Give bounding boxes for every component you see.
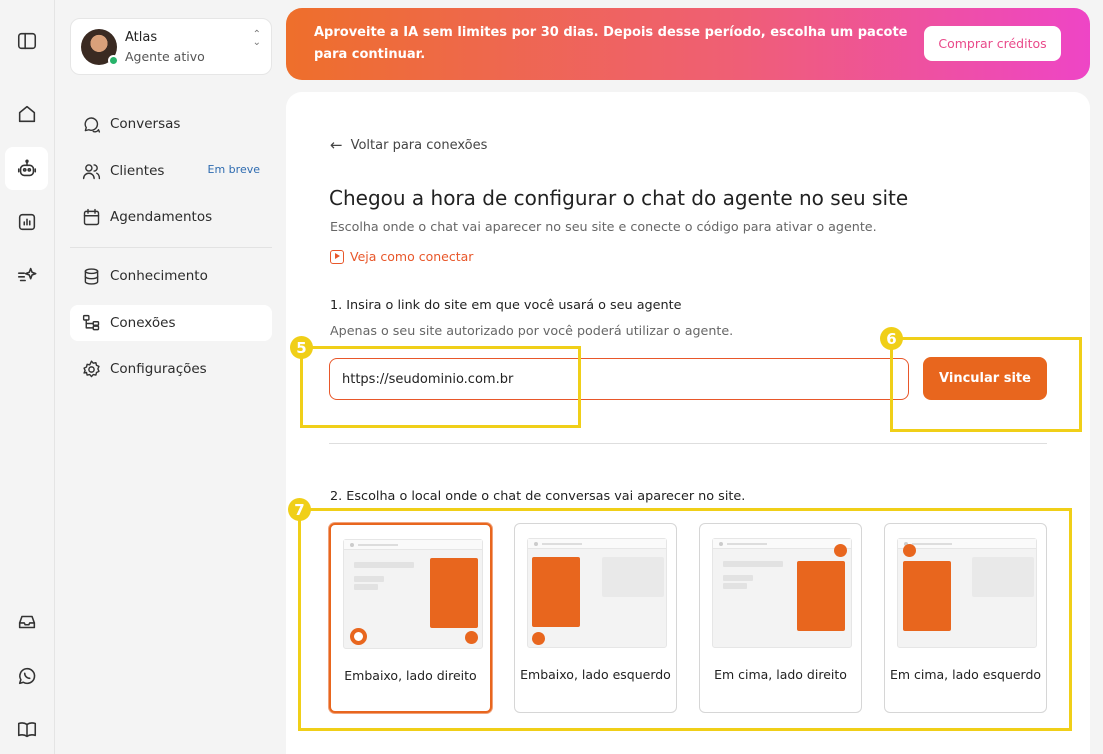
sidebar-item-label: Configurações [110, 361, 207, 377]
gear-icon [83, 359, 100, 377]
calendar-icon [83, 208, 100, 225]
robot-icon[interactable] [5, 147, 48, 190]
connections-icon [82, 314, 100, 330]
annotation-box-7 [298, 508, 1072, 731]
sidebar-item-label: Clientes [110, 163, 165, 179]
sidebar-divider [70, 247, 272, 248]
sidebar-item-conhecimento[interactable]: Conhecimento [70, 258, 272, 294]
arrow-left-icon: ← [330, 136, 343, 154]
how-to-connect-link[interactable]: Veja como conectar [330, 249, 473, 264]
chart-icon[interactable] [5, 200, 48, 243]
buy-credits-button[interactable]: Comprar créditos [924, 26, 1061, 61]
sidebar: Atlas Agente ativo ⌃ ⌄ Conversas Clientes… [56, 0, 284, 754]
sidebar-item-agendamentos[interactable]: Agendamentos [70, 199, 272, 235]
chevron-up-down-icon: ⌃ ⌄ [252, 29, 261, 48]
promo-banner: Aproveite a IA sem limites por 30 dias. … [286, 8, 1090, 80]
chat-icon [84, 116, 101, 133]
section-divider [329, 443, 1047, 444]
back-link-label: Voltar para conexões [350, 137, 488, 153]
icon-rail [0, 0, 55, 754]
annotation-number-5: 5 [290, 336, 313, 359]
step1-title: 1. Insira o link do site em que você usa… [330, 298, 682, 313]
sidebar-item-clientes[interactable]: Clientes Em breve [70, 153, 272, 189]
inbox-icon[interactable] [5, 600, 48, 643]
avatar [81, 29, 119, 66]
annotation-number-6: 6 [880, 327, 903, 350]
annotation-number-7: 7 [288, 498, 311, 521]
agent-status: Agente ativo [125, 49, 205, 64]
sidebar-item-label: Conexões [110, 315, 176, 331]
coming-soon-badge: Em breve [207, 163, 260, 176]
sidebar-item-label: Agendamentos [110, 209, 213, 225]
back-to-connections-link[interactable]: ← Voltar para conexões [330, 136, 487, 154]
home-icon[interactable] [5, 92, 48, 135]
sidebar-item-configuracoes[interactable]: Configurações [70, 351, 272, 387]
video-play-icon [330, 249, 344, 264]
book-icon[interactable] [5, 707, 48, 750]
agent-name: Atlas [125, 30, 158, 45]
sidebar-item-label: Conversas [110, 116, 181, 132]
sidebar-toggle-icon[interactable] [5, 19, 48, 62]
agent-selector[interactable]: Atlas Agente ativo ⌃ ⌄ [70, 18, 272, 75]
page-subtitle: Escolha onde o chat vai aparecer no seu … [330, 219, 877, 234]
promo-text: Aproveite a IA sem limites por 30 dias. … [314, 25, 908, 62]
online-status-dot [108, 55, 119, 66]
users-icon [82, 163, 101, 179]
annotation-box-5 [300, 346, 581, 428]
database-icon [84, 267, 99, 285]
step1-subtitle: Apenas o seu site autorizado por você po… [330, 323, 734, 338]
sidebar-item-label: Conhecimento [110, 268, 208, 284]
whatsapp-icon[interactable] [5, 654, 48, 697]
step2-title: 2. Escolha o local onde o chat de conver… [330, 489, 746, 504]
annotation-box-6 [890, 337, 1082, 432]
sidebar-item-conversas[interactable]: Conversas [70, 106, 272, 142]
page-title: Chegou a hora de configurar o chat do ag… [329, 186, 909, 210]
sparkle-icon[interactable] [5, 253, 48, 296]
how-to-connect-label: Veja como conectar [350, 249, 474, 264]
sidebar-item-conexoes[interactable]: Conexões [70, 305, 272, 341]
